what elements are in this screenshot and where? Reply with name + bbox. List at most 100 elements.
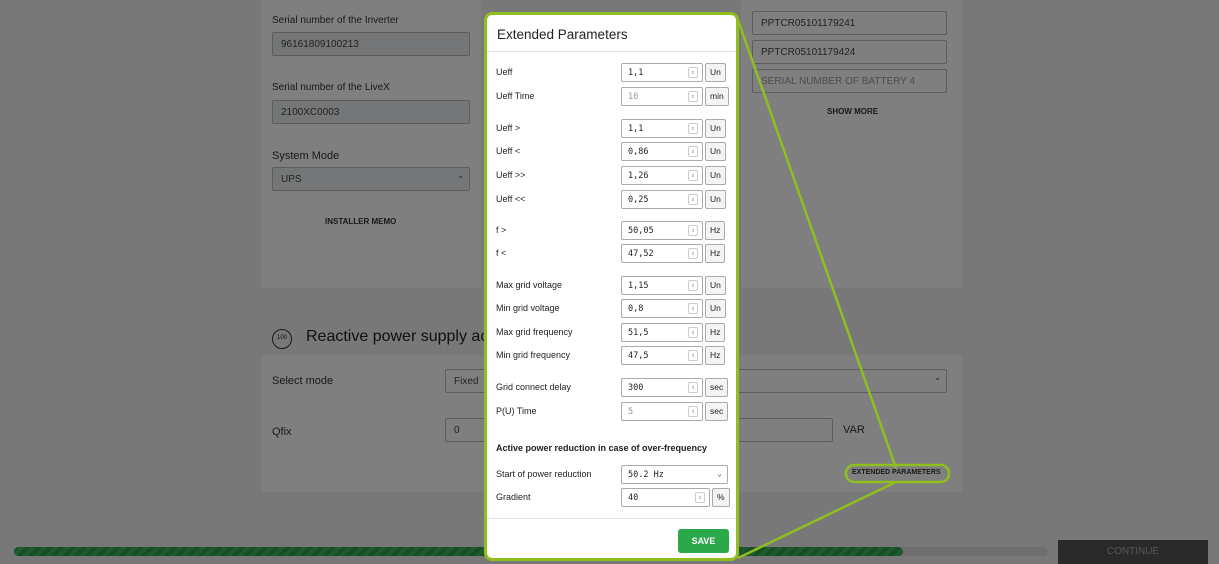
parameter-input[interactable]: 0,8 ⇕ (621, 299, 703, 318)
parameter-input[interactable]: 51,5 ⇕ (621, 323, 703, 342)
parameter-input[interactable]: 1,1 ⇕ (621, 119, 703, 138)
parameter-value: 0,8 (628, 304, 644, 314)
parameter-label: Ueff (496, 67, 513, 77)
spinner-icon[interactable]: ⇕ (688, 327, 698, 338)
spinner-icon[interactable]: ⇕ (688, 170, 698, 181)
parameter-value: 1,1 (628, 68, 644, 78)
spinner-icon[interactable]: ⇕ (688, 194, 698, 205)
parameter-input[interactable]: 1,26 ⇕ (621, 166, 703, 185)
parameter-row: Ueff 1,1 ⇕ Un (487, 63, 736, 83)
callout-line-bottom (737, 480, 897, 560)
start-power-reduction-label: Start of power reduction (496, 469, 592, 479)
modal-header-divider (487, 51, 736, 52)
save-button[interactable]: SAVE (678, 529, 729, 553)
parameter-input[interactable]: 1,1 ⇕ (621, 63, 703, 82)
spinner-icon[interactable]: ⇕ (688, 91, 698, 102)
parameter-row: Ueff < 0,86 ⇕ Un (487, 142, 736, 162)
parameter-value: 0,25 (628, 195, 649, 205)
parameter-unit: Un (705, 63, 726, 82)
parameter-input[interactable]: 5 ⇕ (621, 402, 703, 421)
parameter-input[interactable]: 0,86 ⇕ (621, 142, 703, 161)
parameter-row: Ueff << 0,25 ⇕ Un (487, 190, 736, 210)
parameter-value: 50,05 (628, 226, 654, 236)
parameter-input[interactable]: 47,5 ⇕ (621, 346, 703, 365)
parameter-row: Ueff Time 10 ⇕ min (487, 87, 736, 107)
gradient-label: Gradient (496, 492, 531, 502)
spinner-icon[interactable]: ⇕ (688, 248, 698, 259)
parameter-value: 5 (628, 407, 634, 417)
parameter-label: Ueff < (496, 146, 521, 156)
parameter-value: 300 (628, 383, 644, 393)
parameter-unit: Un (705, 166, 726, 185)
parameter-input[interactable]: 300 ⇕ (621, 378, 703, 397)
parameter-input[interactable]: 47,52 ⇕ (621, 244, 703, 263)
parameter-unit: Hz (705, 221, 726, 240)
gradient-input[interactable]: 40 ⇕ (621, 488, 710, 507)
parameter-row: Min grid frequency 47,5 ⇕ Hz (487, 346, 736, 366)
parameter-input[interactable]: 50,05 ⇕ (621, 221, 703, 240)
spinner-icon[interactable]: ⇕ (695, 492, 705, 503)
parameter-unit: Un (705, 142, 726, 161)
parameter-unit: Hz (705, 346, 726, 365)
start-power-reduction-row: Start of power reduction 50.2 Hz ⌄ (487, 465, 736, 485)
spinner-icon[interactable]: ⇕ (688, 280, 698, 291)
parameter-value: 10 (628, 92, 639, 102)
gradient-row: Gradient 40 ⇕ % (487, 488, 736, 508)
extended-parameters-highlight (844, 463, 951, 484)
spinner-icon[interactable]: ⇕ (688, 382, 698, 393)
parameter-unit: Hz (705, 323, 726, 342)
spinner-icon[interactable]: ⇕ (688, 123, 698, 134)
modal-title: Extended Parameters (497, 27, 628, 42)
callout-line-top (736, 19, 898, 469)
gradient-unit: % (712, 488, 730, 507)
start-power-reduction-select[interactable]: 50.2 Hz ⌄ (621, 465, 728, 484)
spinner-icon[interactable]: ⇕ (688, 67, 698, 78)
spinner-icon[interactable]: ⇕ (688, 303, 698, 314)
parameter-row: Ueff >> 1,26 ⇕ Un (487, 166, 736, 186)
parameter-value: 1,15 (628, 281, 649, 291)
parameter-input[interactable]: 0,25 ⇕ (621, 190, 703, 209)
parameter-label: Min grid frequency (496, 350, 571, 360)
start-power-reduction-value: 50.2 Hz (628, 470, 664, 480)
parameter-label: P(U) Time (496, 406, 537, 416)
parameter-value: 1,1 (628, 124, 644, 134)
parameter-row: f > 50,05 ⇕ Hz (487, 221, 736, 241)
parameter-unit: min (705, 87, 729, 106)
chevron-down-icon: ⌄ (717, 469, 722, 478)
parameter-row: Ueff > 1,1 ⇕ Un (487, 119, 736, 139)
apr-heading: Active power reduction in case of over-f… (496, 443, 708, 453)
extended-parameters-modal: Extended Parameters Ueff 1,1 ⇕ Un Ueff Time 1… (484, 12, 739, 561)
parameter-unit: sec (705, 378, 729, 397)
parameter-unit: Un (705, 119, 726, 138)
parameter-row: Max grid frequency 51,5 ⇕ Hz (487, 323, 736, 343)
spinner-icon[interactable]: ⇕ (688, 146, 698, 157)
parameter-unit: sec (705, 402, 729, 421)
parameter-label: Ueff Time (496, 91, 535, 101)
parameter-label: f > (496, 225, 507, 235)
modal-footer-divider (487, 518, 736, 519)
parameter-label: Min grid voltage (496, 303, 560, 313)
parameter-unit: Un (705, 190, 726, 209)
parameter-label: Max grid voltage (496, 280, 563, 290)
parameter-label: Grid connect delay (496, 382, 572, 392)
parameter-unit: Un (705, 299, 726, 318)
parameter-label: Max grid frequency (496, 327, 573, 337)
spinner-icon[interactable]: ⇕ (688, 350, 698, 361)
parameter-value: 47,52 (628, 249, 654, 259)
parameter-row: Max grid voltage 1,15 ⇕ Un (487, 276, 736, 296)
parameter-label: Ueff << (496, 194, 526, 204)
parameter-label: f < (496, 248, 507, 258)
parameter-row: Grid connect delay 300 ⇕ sec (487, 378, 736, 398)
parameter-unit: Hz (705, 244, 726, 263)
parameter-row: Min grid voltage 0,8 ⇕ Un (487, 299, 736, 319)
spinner-icon[interactable]: ⇕ (688, 406, 698, 417)
parameter-input[interactable]: 10 ⇕ (621, 87, 703, 106)
parameter-row: f < 47,52 ⇕ Hz (487, 244, 736, 264)
parameter-input[interactable]: 1,15 ⇕ (621, 276, 703, 295)
parameter-value: 1,26 (628, 171, 649, 181)
parameter-value: 0,86 (628, 147, 649, 157)
parameter-label: Ueff >> (496, 170, 526, 180)
gradient-value: 40 (628, 493, 639, 503)
spinner-icon[interactable]: ⇕ (688, 225, 698, 236)
parameter-value: 47,5 (628, 351, 649, 361)
